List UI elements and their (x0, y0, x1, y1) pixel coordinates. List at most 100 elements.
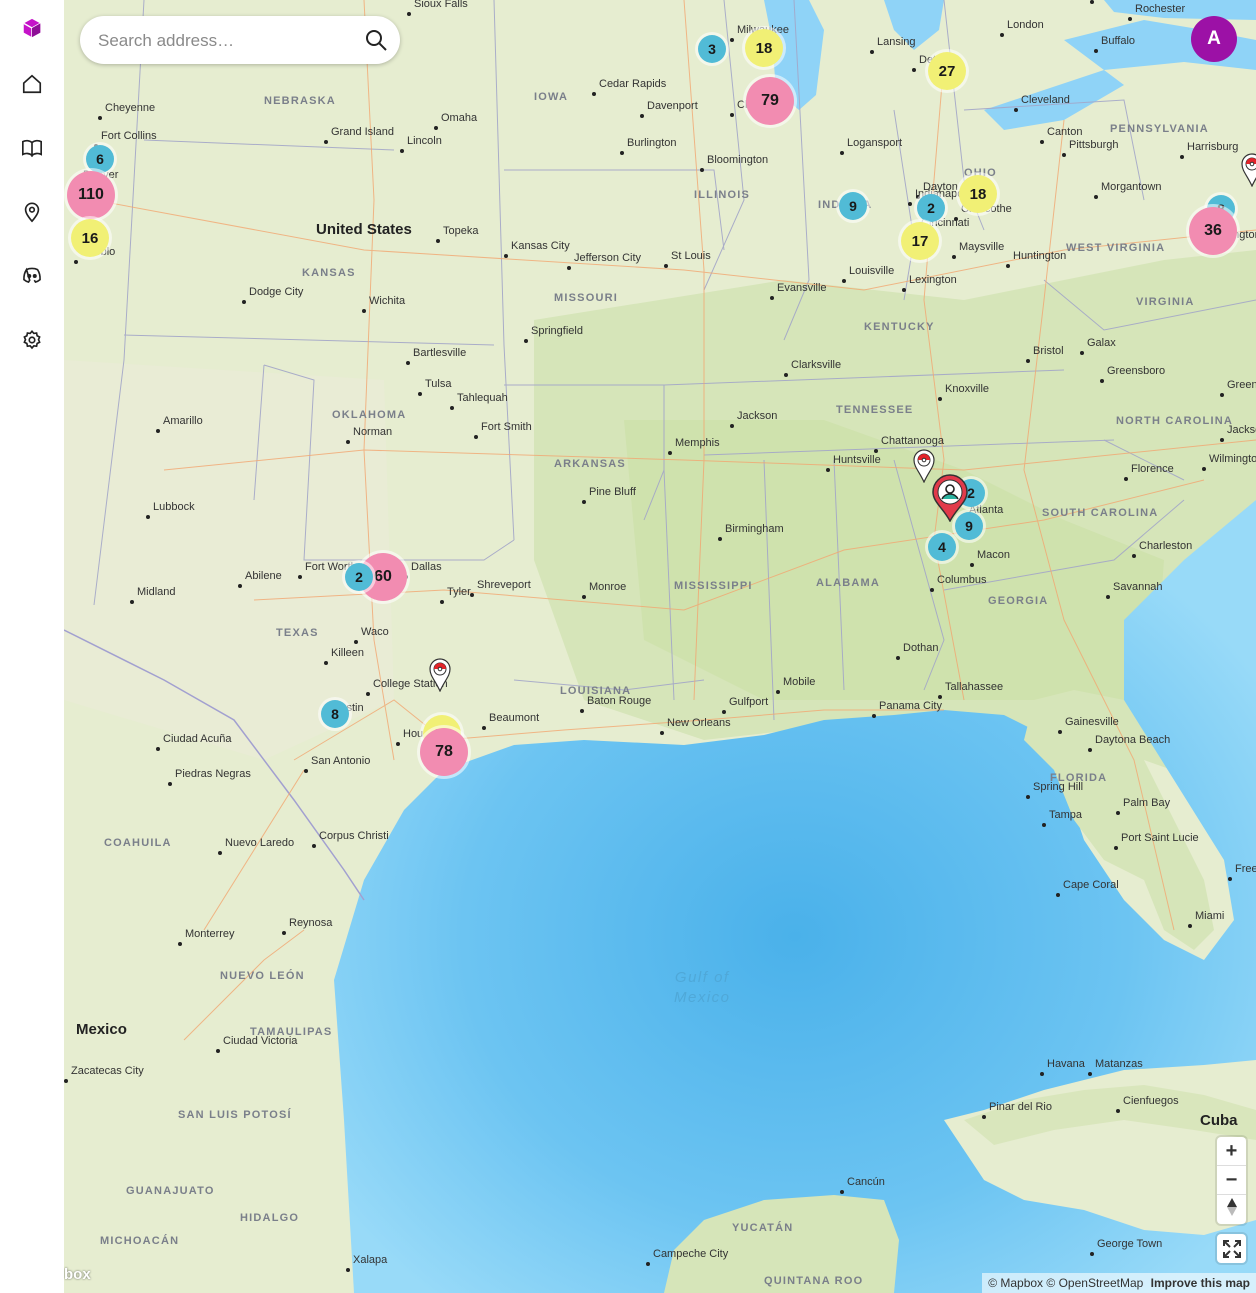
city-label: Mobile (783, 676, 816, 688)
city-label: San Antonio (311, 755, 371, 767)
gear-icon[interactable] (18, 326, 46, 354)
cluster-marker[interactable]: 16 (71, 219, 109, 257)
city-dot (730, 113, 734, 117)
pokeball-marker-icon[interactable] (1240, 153, 1256, 192)
compass-icon (1226, 1197, 1237, 1216)
zoom-out-button[interactable]: − (1217, 1166, 1246, 1195)
map-canvas[interactable]: United States Mexico Cuba Gulf of Mexico… (64, 0, 1256, 1293)
city-dot (440, 600, 444, 604)
city-dot (700, 168, 704, 172)
city-dot (592, 92, 596, 96)
discord-icon[interactable] (18, 262, 46, 290)
city-label: Huntsville (833, 454, 881, 466)
search-icon[interactable] (364, 28, 388, 52)
city-label: Monterrey (185, 928, 235, 940)
compass-button[interactable] (1217, 1195, 1246, 1224)
city-label: Killeen (331, 647, 365, 659)
city-dot (242, 300, 246, 304)
city-label: Louisville (849, 265, 895, 277)
city-label: Campeche City (653, 1248, 729, 1260)
state-label: VIRGINIA (1136, 296, 1195, 308)
cluster-marker[interactable]: 17 (901, 222, 939, 260)
city-label: Beaumont (489, 712, 540, 724)
state-label: MICHOACÁN (100, 1235, 180, 1247)
user-avatar[interactable]: A (1191, 16, 1237, 62)
state-label: QUINTANA ROO (764, 1275, 864, 1287)
city-label: Lubbock (153, 501, 195, 513)
city-label: Bristol (1033, 345, 1064, 357)
city-dot (1100, 379, 1104, 383)
pokeball-marker-icon[interactable] (428, 658, 452, 697)
fullscreen-button[interactable] (1217, 1234, 1246, 1263)
city-dot (400, 149, 404, 153)
city-label: Pinar del Rio (989, 1101, 1052, 1113)
city-label: Evansville (777, 282, 827, 294)
cluster-marker[interactable]: 18 (959, 175, 997, 213)
city-dot (218, 851, 222, 855)
cube-logo-icon[interactable] (18, 14, 46, 42)
cluster-marker[interactable]: 36 (1189, 207, 1237, 255)
city-label: Tulsa (425, 378, 452, 390)
city-label: Shreveport (477, 579, 531, 591)
state-label: OKLAHOMA (332, 409, 407, 421)
cluster-marker[interactable]: 2 (345, 563, 373, 591)
mapbox-attribution-link[interactable]: © Mapbox (988, 1276, 1043, 1290)
cluster-marker[interactable]: 8 (321, 700, 349, 728)
city-dot (64, 1079, 68, 1083)
city-dot (312, 844, 316, 848)
city-label: Nuevo Laredo (225, 837, 295, 849)
city-dot (1040, 1072, 1044, 1076)
city-dot (664, 264, 668, 268)
city-dot (1080, 351, 1084, 355)
cluster-marker[interactable]: 3 (698, 35, 726, 63)
city-dot (902, 288, 906, 292)
city-label: Zacatecas City (71, 1065, 144, 1077)
city-label: Lincoln (407, 135, 442, 147)
zoom-controls: + − (1217, 1137, 1246, 1224)
cluster-marker[interactable]: 2 (917, 194, 945, 222)
book-icon[interactable] (18, 134, 46, 162)
improve-map-link[interactable]: Improve this map (1151, 1276, 1250, 1290)
osm-attribution-link[interactable]: © OpenStreetMap (1046, 1276, 1143, 1290)
city-dot (567, 266, 571, 270)
user-location-marker-icon[interactable] (931, 474, 969, 527)
cluster-marker[interactable]: 78 (420, 728, 468, 776)
city-dot (982, 1115, 986, 1119)
city-label: Baton Rouge (587, 695, 652, 707)
city-label: Tallahassee (945, 681, 1004, 693)
city-label: Burlington (627, 137, 677, 149)
cluster-marker[interactable]: 79 (746, 77, 794, 125)
city-dot (354, 640, 358, 644)
state-label: SOUTH CAROLINA (1042, 507, 1159, 519)
mapbox-logo[interactable]: box (64, 1266, 91, 1283)
cluster-marker[interactable]: 110 (67, 171, 115, 219)
cluster-marker[interactable]: 4 (928, 533, 956, 561)
city-dot (1056, 893, 1060, 897)
city-dot (770, 296, 774, 300)
state-label: YUCATÁN (732, 1222, 794, 1234)
state-label: KANSAS (302, 267, 356, 279)
city-label: Morgantown (1101, 181, 1162, 193)
city-dot (1040, 140, 1044, 144)
cluster-marker[interactable]: 27 (928, 52, 966, 90)
city-dot (474, 435, 478, 439)
city-dot (908, 202, 912, 206)
home-icon[interactable] (18, 70, 46, 98)
country-label: Cuba (1200, 1112, 1238, 1129)
city-dot (1106, 595, 1110, 599)
cluster-marker[interactable]: 18 (745, 29, 783, 67)
cluster-marker[interactable]: 6 (86, 145, 114, 173)
zoom-in-button[interactable]: + (1217, 1137, 1246, 1166)
country-label: Mexico (76, 1021, 127, 1038)
water-label: Gulf of Mexico (674, 969, 731, 1006)
city-dot (776, 690, 780, 694)
map-pin-icon[interactable] (18, 198, 46, 226)
city-dot (238, 584, 242, 588)
city-label: Davenport (647, 100, 698, 112)
cluster-marker[interactable]: 9 (839, 192, 867, 220)
city-label: Greensboro (1107, 365, 1166, 377)
city-dot (826, 468, 830, 472)
city-dot (346, 1268, 350, 1272)
city-dot (840, 1190, 844, 1194)
search-input[interactable] (96, 16, 350, 66)
